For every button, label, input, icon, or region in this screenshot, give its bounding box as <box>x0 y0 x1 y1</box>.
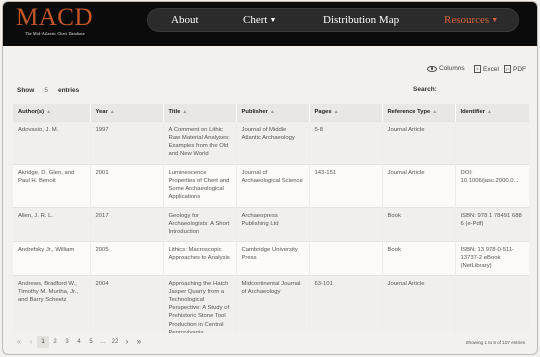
cell-year: 2005 <box>90 240 164 275</box>
cell-authors: Andrews, Bradford W., Timothy M. Murtha,… <box>13 274 91 333</box>
nav-distribution-map[interactable]: Distribution Map <box>323 14 399 26</box>
cell-authors: Adovasio, J. M. <box>13 120 91 164</box>
sort-icon: ▲ <box>432 109 438 116</box>
first-page-button[interactable]: « <box>13 336 25 348</box>
nav-about[interactable]: About <box>171 14 199 26</box>
table-row[interactable]: Andrews, Bradford W., Timothy M. Murtha,… <box>13 274 529 333</box>
page-button-1[interactable]: 1 <box>37 336 49 348</box>
cell-year: 2017 <box>90 206 164 241</box>
nav-about-label: About <box>171 14 199 26</box>
sort-icon: ▲ <box>333 109 339 116</box>
nav-chert[interactable]: Chert ▼ <box>243 14 276 26</box>
page-frame: MACD The Mid-Atlantic Chert Database Abo… <box>2 1 538 355</box>
page-button-5[interactable]: 5 <box>85 336 97 348</box>
references-table: Author(s) ▲ Year ▲ Title ▲ Publisher ▲ Pages… <box>13 104 529 333</box>
col-header-title[interactable]: Title ▲ <box>163 104 237 121</box>
cell-identifier: ISBN: 13 978-0-511-13737-2 eBook (NetLib… <box>455 240 529 275</box>
cell-pages <box>309 240 383 275</box>
cell-reference-type: Journal Article <box>382 120 456 164</box>
cell-year: 1997 <box>90 120 164 164</box>
page-button-4[interactable]: 4 <box>73 336 85 348</box>
sort-asc-icon: ▲ <box>46 109 52 116</box>
last-page-button[interactable]: » <box>133 336 145 348</box>
cell-publisher: Journal of Archaeological Science <box>236 163 310 207</box>
cell-year: 2004 <box>90 274 164 333</box>
col-header-year[interactable]: Year ▲ <box>90 104 164 121</box>
pdf-button-label: PDF <box>513 65 526 73</box>
table-header-row: Author(s) ▲ Year ▲ Title ▲ Publisher ▲ Pages… <box>13 104 529 121</box>
cell-reference-type: Journal Article <box>382 163 456 207</box>
cell-title: Approaching the Hatch Jasper Quarry from… <box>163 274 237 333</box>
columns-button[interactable]: Columns <box>427 65 465 72</box>
excel-file-icon: x <box>474 65 481 73</box>
nav-chert-label: Chert <box>243 14 268 26</box>
cell-pages: 63-101 <box>309 274 383 333</box>
cell-year: 2001 <box>90 163 164 207</box>
table-row[interactable]: Andrefsky Jr., William 2005 Lithics: Mac… <box>13 240 529 275</box>
pagination-ellipsis: … <box>100 339 106 345</box>
next-page-button[interactable]: › <box>121 336 133 348</box>
cell-reference-type: Book <box>382 240 456 275</box>
cell-publisher: Journal of Middle Atlantic Archaeology <box>236 120 310 164</box>
cell-title: Geology for Archaeologists: A Short Intr… <box>163 206 237 241</box>
col-header-pages[interactable]: Pages ▲ <box>309 104 383 121</box>
cell-reference-type: Book <box>382 206 456 241</box>
col-header-authors[interactable]: Author(s) ▲ <box>13 104 91 121</box>
cell-reference-type: Journal Article <box>382 274 456 333</box>
eye-icon <box>427 65 437 72</box>
page-length-control: Show 5 entries <box>17 87 79 94</box>
excel-button[interactable]: x Excel <box>474 65 499 73</box>
cell-publisher: Archaeopress Publishing Ltd <box>236 206 310 241</box>
cell-title: Luminescence Properties of Chert and Som… <box>163 163 237 207</box>
page-button-3[interactable]: 3 <box>61 336 73 348</box>
sort-icon: ▲ <box>269 109 275 116</box>
page-button-2[interactable]: 2 <box>49 336 61 348</box>
site-header: MACD The Mid-Atlantic Chert Database Abo… <box>3 2 537 46</box>
cell-pages: 143-151 <box>309 163 383 207</box>
page-button-22[interactable]: 22 <box>109 336 121 348</box>
sort-icon: ▲ <box>182 109 188 116</box>
site-logo[interactable]: MACD <box>16 5 93 30</box>
columns-button-label: Columns <box>439 65 465 72</box>
main-nav: About Chert ▼ Distribution Map Resources ▼ <box>147 8 519 32</box>
nav-resources-label: Resources <box>444 14 490 26</box>
show-prefix: Show <box>17 87 35 94</box>
nav-resources[interactable]: Resources ▼ <box>444 14 498 26</box>
cell-pages: 5-8 <box>309 120 383 164</box>
table-row[interactable]: Allen, J. R. L. 2017 Geology for Archaeo… <box>13 206 529 241</box>
prev-page-button[interactable]: ‹ <box>25 336 37 348</box>
table-info: Showing 1 to 5 of 107 entries <box>465 340 525 345</box>
chevron-down-icon: ▼ <box>491 16 499 24</box>
show-suffix: entries <box>57 87 80 94</box>
search-label: Search: <box>413 86 437 93</box>
cell-publisher: Midcontinental Journal of Archaeology <box>236 274 310 333</box>
page-length-select[interactable]: 5 <box>36 87 56 94</box>
cell-authors: Andrefsky Jr., William <box>13 240 91 275</box>
cell-title: Lithics: Macroscopic Approaches to Analy… <box>163 240 237 275</box>
chevron-down-icon: ▼ <box>269 16 277 24</box>
sort-icon: ▲ <box>486 109 492 116</box>
cell-publisher: Cambridge University Press <box>236 240 310 275</box>
cell-identifier: DOI: 10.1006/jasc.2000.0... <box>455 163 529 207</box>
cell-title: A Comment on Lithic Raw Material Analyse… <box>163 120 237 164</box>
table-row[interactable]: Adovasio, J. M. 1997 A Comment on Lithic… <box>13 120 529 164</box>
excel-button-label: Excel <box>483 65 499 73</box>
cell-identifier <box>455 274 529 333</box>
pagination: « ‹ 1 2 3 4 5 … 22 › » <box>13 336 145 348</box>
cell-identifier: ISBN: 978 1 78491 688 6 (e-Pdf) <box>455 206 529 241</box>
pdf-file-icon: p <box>504 65 511 73</box>
sort-icon: ▲ <box>109 109 115 116</box>
cell-pages <box>309 206 383 241</box>
col-header-reference-type[interactable]: Reference Type ▲ <box>382 104 456 121</box>
col-header-publisher[interactable]: Publisher ▲ <box>236 104 310 121</box>
cell-authors: Allen, J. R. L. <box>13 206 91 241</box>
col-header-identifier[interactable]: Identifier ▲ <box>455 104 529 121</box>
site-logo-subtitle: The Mid-Atlantic Chert Database <box>25 31 85 36</box>
nav-distribution-map-label: Distribution Map <box>323 14 400 26</box>
table-row[interactable]: Akridge, D. Glen, and Paul H. Benoit 200… <box>13 163 529 207</box>
cell-identifier <box>455 120 529 164</box>
pdf-button[interactable]: p PDF <box>504 65 526 73</box>
cell-authors: Akridge, D. Glen, and Paul H. Benoit <box>13 163 91 207</box>
